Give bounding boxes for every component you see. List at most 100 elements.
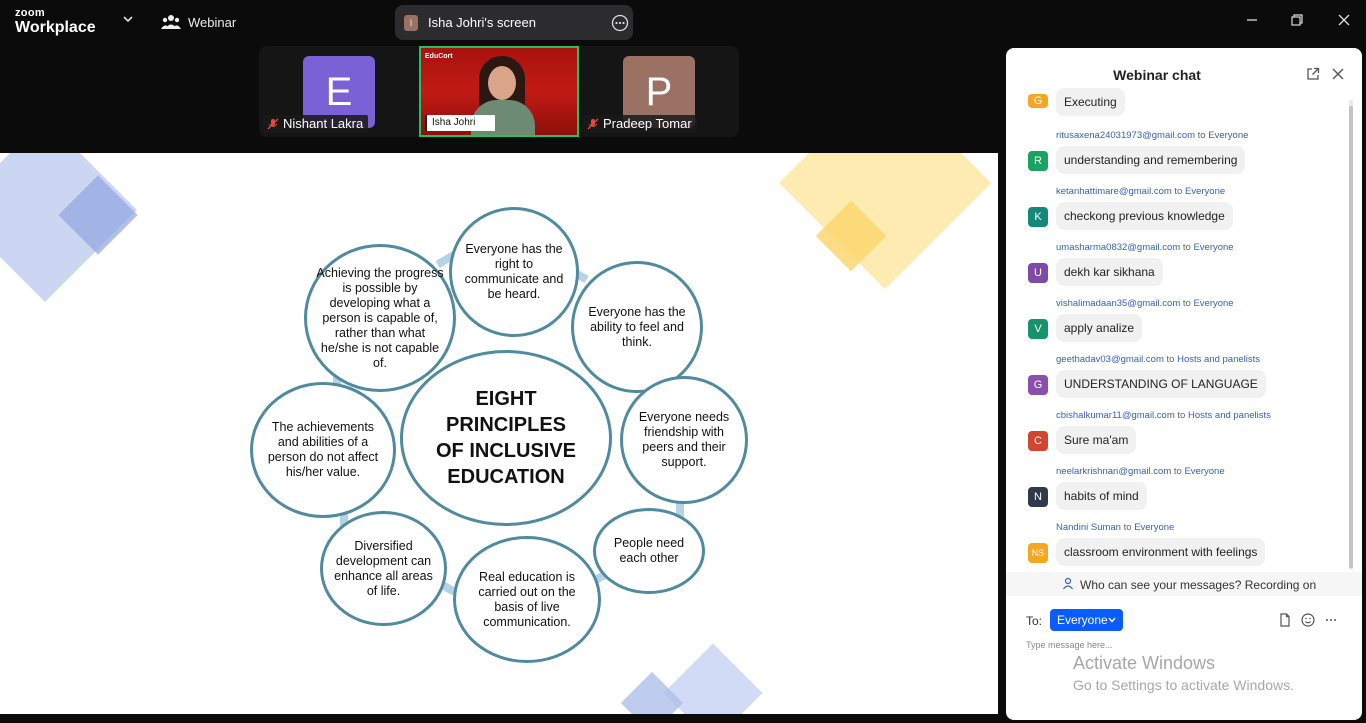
chat-message: geethadav03@gmail.com to Hosts and panel… <box>1006 354 1362 410</box>
emoji-icon[interactable] <box>1301 613 1315 627</box>
webinar-icon <box>161 15 181 29</box>
participant-strip: E Nishant Lakra EduCort Isha Johri P Pra… <box>259 46 739 137</box>
visibility-notice[interactable]: Who can see your messages? Recording on <box>1006 572 1362 596</box>
message-meta: geethadav03@gmail.com to Hosts and panel… <box>1056 354 1260 365</box>
message-meta: umasharma0832@gmail.com to Everyone <box>1056 242 1234 253</box>
sender-name[interactable]: ritusaxena24031973@gmail.com <box>1056 130 1195 141</box>
chat-message: umasharma0832@gmail.com to Everyone U de… <box>1006 242 1362 298</box>
mode-label: Webinar <box>188 15 237 30</box>
participant-name-text: Nishant Lakra <box>283 116 364 131</box>
center-title-line: PRINCIPLES <box>445 414 567 436</box>
participant-name-text: Pradeep Tomar <box>603 116 692 131</box>
chat-message: cbishalkumar11@gmail.com to Hosts and pa… <box>1006 410 1362 466</box>
to-word: to <box>1166 354 1175 365</box>
participant-tile[interactable]: E Nishant Lakra <box>259 46 419 137</box>
message-meta: Nandini Suman to Everyone <box>1056 522 1174 533</box>
minimize-icon[interactable] <box>1244 12 1260 28</box>
chat-message: ketanhattimare@gmail.com to Everyone K c… <box>1006 186 1362 242</box>
participant-name: Pradeep Tomar <box>583 115 697 133</box>
participant-tile[interactable]: P Pradeep Tomar <box>579 46 739 137</box>
pop-out-icon[interactable] <box>1306 67 1320 81</box>
recipient-name: Hosts and panelists <box>1187 410 1271 421</box>
sender-avatar: V <box>1028 319 1048 339</box>
sender-avatar: NS <box>1028 543 1048 563</box>
to-word: to <box>1182 298 1191 309</box>
speaker-face <box>488 66 516 100</box>
title-bar: zoom Workplace Webinar I Isha Johri's sc… <box>0 0 1366 46</box>
sender-avatar: U <box>1028 263 1048 283</box>
recipient-dropdown[interactable]: Everyone <box>1050 609 1123 631</box>
more-options-icon[interactable] <box>611 14 629 32</box>
recipient-name: Everyone <box>1185 186 1226 197</box>
center-title-line: EDUCATION <box>447 466 565 488</box>
message-meta: cbishalkumar11@gmail.com to Hosts and pa… <box>1056 410 1271 421</box>
message-text: apply analize <box>1056 314 1143 342</box>
message-text: Executing <box>1056 88 1125 116</box>
sender-name[interactable]: cbishalkumar11@gmail.com <box>1056 410 1175 421</box>
participant-name: Nishant Lakra <box>263 115 369 133</box>
user-visibility-icon <box>1063 577 1073 590</box>
recipient-name: Everyone <box>1193 242 1234 253</box>
recipient-name: Everyone <box>1193 298 1234 309</box>
zoom-window: zoom Workplace Webinar I Isha Johri's sc… <box>0 0 1366 723</box>
recipient-name: Everyone <box>1208 130 1249 141</box>
sender-name[interactable]: Nandini Suman <box>1056 522 1121 533</box>
close-icon[interactable] <box>1332 68 1344 80</box>
message-input-placeholder[interactable]: Type message here... <box>1026 640 1113 650</box>
message-text: classroom environment with feelings <box>1056 538 1266 566</box>
chevron-down-icon <box>1108 617 1116 623</box>
message-text: Sure ma'am <box>1056 426 1137 454</box>
share-label: Isha Johri's screen <box>428 15 536 30</box>
recipient-name: Everyone <box>1134 522 1175 533</box>
to-word: to <box>1197 130 1206 141</box>
chat-message: Nandini Suman to Everyone NS classroom e… <box>1006 522 1362 578</box>
active-speaker-video[interactable]: EduCort Isha Johri <box>419 46 579 137</box>
sender-avatar: R <box>1028 151 1048 171</box>
chat-message: G Executing <box>1006 80 1362 136</box>
zoom-logo[interactable]: zoom Workplace <box>15 8 96 36</box>
recipient-name: Hosts and panelists <box>1177 354 1261 365</box>
to-word: to <box>1174 186 1183 197</box>
decor-square <box>620 671 684 714</box>
restore-icon[interactable] <box>1289 12 1305 28</box>
sender-name[interactable]: umasharma0832@gmail.com <box>1056 242 1180 253</box>
message-text: UNDERSTANDING OF LANGUAGE <box>1056 370 1266 398</box>
message-text: dekh kar sikhana <box>1056 258 1163 286</box>
to-label: To: <box>1026 614 1043 628</box>
principle-circle: People need each other <box>593 508 705 594</box>
logo-line1: zoom <box>15 7 45 19</box>
sender-name[interactable]: ketanhattimare@gmail.com <box>1056 186 1172 197</box>
message-meta: ritusaxena24031973@gmail.com to Everyone <box>1056 130 1248 141</box>
principle-circle: Achieving the progress is possible by de… <box>304 244 456 392</box>
message-text: understanding and remembering <box>1056 146 1246 174</box>
recipient-value: Everyone <box>1057 613 1108 627</box>
presenter-avatar: I <box>404 15 418 31</box>
activate-windows-subtitle: Go to Settings to activate Windows. <box>1073 677 1294 693</box>
sender-name[interactable]: geethadav03@gmail.com <box>1056 354 1164 365</box>
sender-avatar: G <box>1028 94 1048 108</box>
sender-avatar: N <box>1028 487 1048 507</box>
message-meta: ketanhattimare@gmail.com to Everyone <box>1056 186 1225 197</box>
sender-name[interactable]: neelarkrishnan@gmail.com <box>1056 466 1171 477</box>
chat-message: neelarkrishnan@gmail.com to Everyone N h… <box>1006 466 1362 522</box>
message-meta: vishalimadaan35@gmail.com to Everyone <box>1056 298 1234 309</box>
principle-circle: Diversified development can enhance all … <box>320 511 447 626</box>
screen-share-indicator[interactable]: I Isha Johri's screen <box>395 5 633 40</box>
center-circle: EIGHT PRINCIPLES OF INCLUSIVE EDUCATION <box>400 350 612 526</box>
message-text: habits of mind <box>1056 482 1147 510</box>
sender-avatar: C <box>1028 431 1048 451</box>
sender-name[interactable]: vishalimadaan35@gmail.com <box>1056 298 1180 309</box>
visibility-notice-text: Who can see your messages? Recording on <box>1080 578 1317 592</box>
recipient-name: Everyone <box>1184 466 1225 477</box>
close-icon[interactable] <box>1336 12 1352 28</box>
center-title-line: OF INCLUSIVE <box>435 440 576 462</box>
chat-scrollbar-thumb[interactable] <box>1349 106 1353 568</box>
chevron-down-icon[interactable] <box>122 13 134 25</box>
shared-slide: Everyone has the right to communicate an… <box>0 153 998 714</box>
message-text: checkong previous knowledge <box>1056 202 1233 230</box>
chat-message: ritusaxena24031973@gmail.com to Everyone… <box>1006 130 1362 186</box>
file-icon[interactable] <box>1278 613 1292 627</box>
more-icon[interactable] <box>1324 613 1338 627</box>
principle-circle: Everyone needs friendship with peers and… <box>620 376 748 504</box>
logo-line2: Workplace <box>15 19 96 36</box>
